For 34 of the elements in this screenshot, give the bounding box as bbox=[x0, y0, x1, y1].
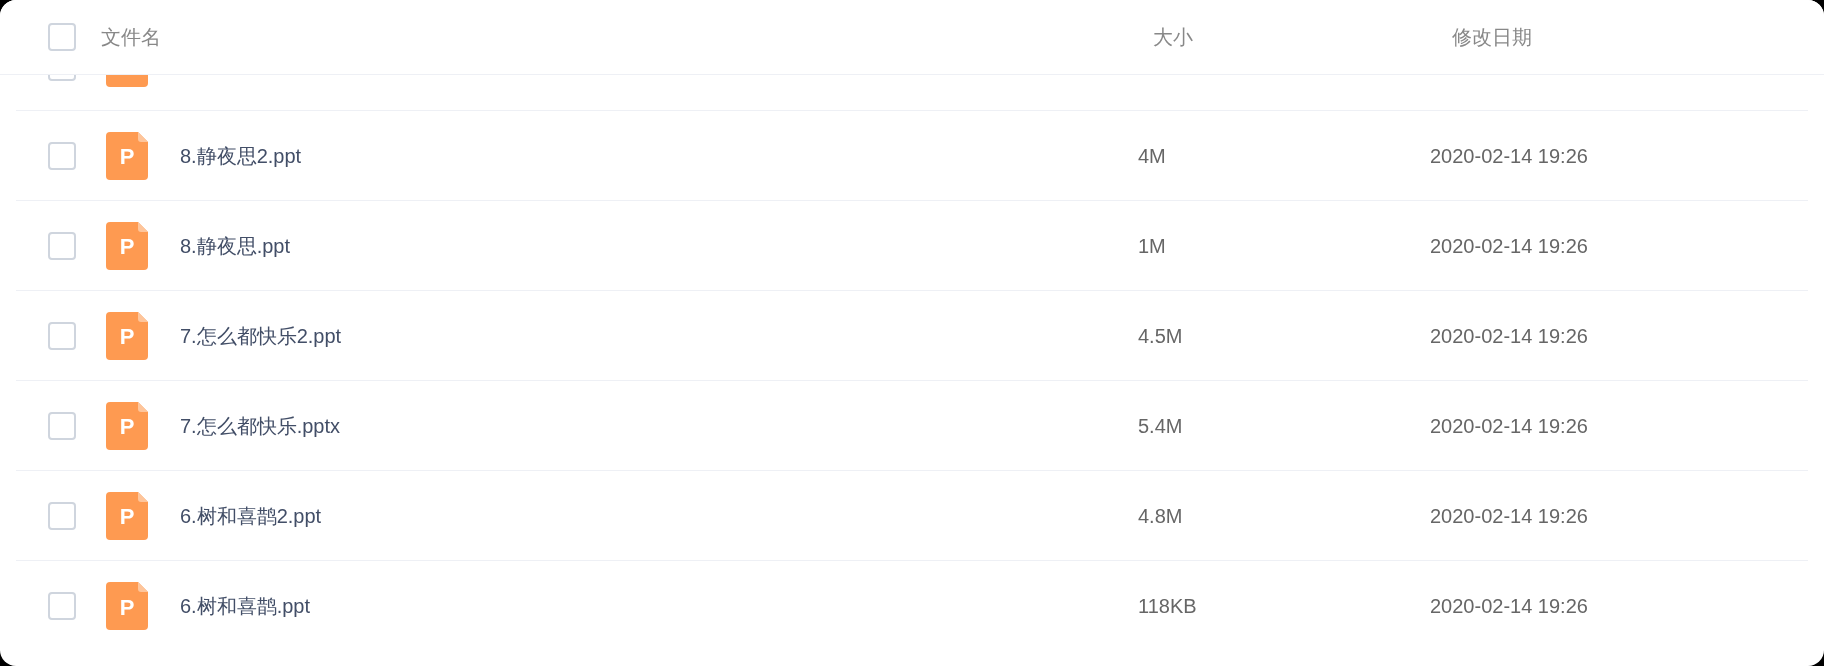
ppt-file-icon: P bbox=[106, 582, 148, 630]
ppt-file-icon: P bbox=[106, 491, 148, 540]
modified-date: 2020-02-14 19:26 bbox=[1430, 413, 1588, 439]
checkbox[interactable] bbox=[48, 231, 76, 260]
file-size: 1M bbox=[1138, 233, 1167, 259]
file-size: 4.8M bbox=[1138, 503, 1184, 529]
checkbox[interactable] bbox=[48, 411, 76, 440]
column-header: 修改日期 bbox=[1452, 25, 1532, 50]
ppt-file-icon: P bbox=[106, 311, 148, 360]
file-size: 4.5M bbox=[1138, 323, 1184, 349]
checkbox[interactable] bbox=[48, 321, 76, 350]
file-name[interactable]: 6.树和喜鹊2.ppt bbox=[180, 500, 1138, 531]
modified-date: 2020-02-14 19:26 bbox=[1430, 143, 1588, 169]
modified-date: 2020-02-14 19:26 bbox=[1430, 594, 1588, 619]
ppt-file-icon: P bbox=[106, 221, 148, 270]
file-name[interactable]: 8.静夜思2.ppt bbox=[180, 140, 1138, 171]
modified-date: 2020-02-14 19:26 bbox=[1430, 233, 1588, 259]
file-size: 5.4M bbox=[1138, 413, 1184, 439]
column-header: 文件名 bbox=[101, 25, 162, 50]
checkbox[interactable] bbox=[48, 501, 76, 530]
modified-date: 2020-02-14 19:26 bbox=[1430, 503, 1588, 529]
file-name[interactable]: 7.怎么都快乐.pptx bbox=[180, 410, 1138, 441]
ppt-file-icon: P bbox=[106, 131, 148, 180]
modified-date: 2020-02-14 19:26 bbox=[1430, 323, 1588, 349]
checkbox[interactable] bbox=[48, 592, 76, 620]
file-size: 4M bbox=[1138, 143, 1167, 169]
checkbox[interactable] bbox=[48, 141, 76, 170]
file-name[interactable]: 6.树和喜鹊.ppt bbox=[180, 591, 1138, 621]
file-name[interactable]: 7.怎么都快乐2.ppt bbox=[180, 320, 1138, 351]
ppt-file-icon: P bbox=[106, 401, 148, 450]
checkbox[interactable] bbox=[48, 23, 76, 51]
file-size: 118KB bbox=[1138, 594, 1198, 619]
column-header: 大小 bbox=[1153, 25, 1194, 50]
file-name[interactable]: 8.静夜思.ppt bbox=[180, 230, 1138, 261]
